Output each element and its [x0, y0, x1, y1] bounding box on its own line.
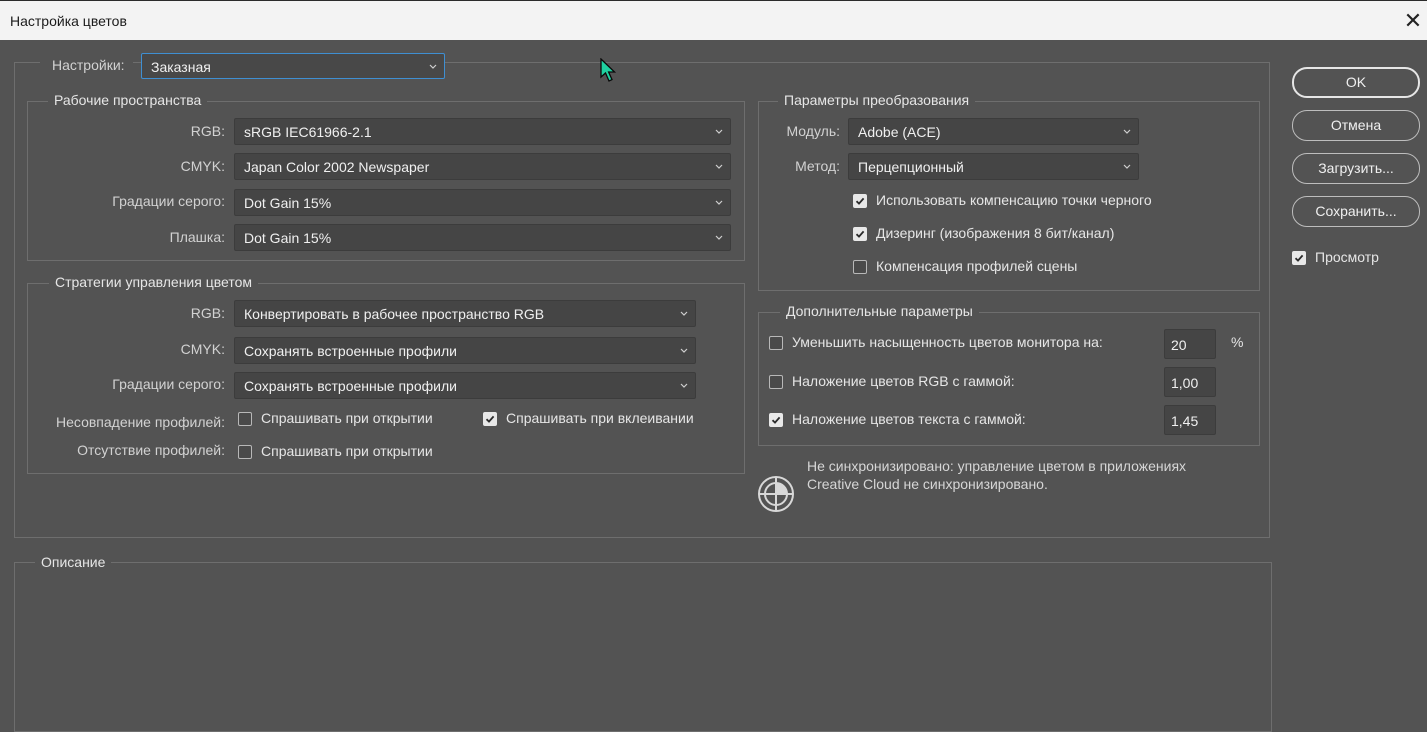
engine-label: Модуль:	[786, 123, 840, 139]
policies-title: Стратегии управления цветом	[49, 273, 258, 291]
description-title: Описание	[35, 553, 112, 571]
blend-rgb-input[interactable]: 1,00	[1164, 367, 1216, 397]
close-icon[interactable]: ✕	[1400, 9, 1426, 35]
chevron-down-icon	[680, 348, 688, 353]
conversion-title: Параметры преобразования	[778, 91, 976, 109]
sync-status-line1: Не синхронизировано: управление цветом в…	[807, 458, 1187, 474]
chevron-down-icon	[680, 311, 688, 316]
ws-spot-select[interactable]: Dot Gain 15%	[234, 224, 731, 251]
ws-cmyk-select[interactable]: Japan Color 2002 Newspaper	[234, 153, 731, 180]
pol-gray-label: Градации серого:	[112, 376, 225, 392]
desaturate-label: Уменьшить насыщенность цветов монитора н…	[792, 334, 1103, 350]
blend-text-input[interactable]: 1,45	[1164, 405, 1216, 435]
missing-open-label: Спрашивать при открытии	[261, 443, 433, 459]
mismatch-paste-label: Спрашивать при вклеивании	[506, 410, 694, 426]
preview-label: Просмотр	[1315, 249, 1379, 265]
chevron-down-icon	[680, 383, 688, 388]
chevron-down-icon	[1123, 129, 1131, 134]
advanced-title: Дополнительные параметры	[780, 302, 979, 320]
working-spaces-title: Рабочие пространства	[48, 91, 208, 109]
ok-button[interactable]: OK	[1292, 67, 1420, 98]
sync-status-line2: Creative Cloud не синхронизировано.	[807, 476, 1048, 492]
pol-cmyk-select[interactable]: Сохранять встроенные профили	[234, 337, 696, 364]
pol-rgb-label: RGB:	[190, 305, 225, 321]
ws-gray-select[interactable]: Dot Gain 15%	[234, 189, 731, 216]
ws-gray-label: Градации серого:	[112, 193, 225, 209]
chevron-down-icon	[715, 129, 723, 134]
ws-cmyk-label: CMYK:	[180, 158, 225, 174]
desaturate-unit: %	[1231, 334, 1244, 350]
description-group	[14, 562, 1272, 732]
engine-select[interactable]: Adobe (ACE)	[848, 118, 1139, 145]
preview-checkbox[interactable]	[1292, 251, 1306, 265]
desaturate-checkbox[interactable]	[769, 336, 783, 350]
color-sync-icon	[758, 476, 794, 512]
pol-gray-select[interactable]: Сохранять встроенные профили	[234, 372, 696, 399]
bpc-checkbox[interactable]	[853, 194, 867, 208]
checkmark-icon	[1294, 254, 1304, 262]
mismatch-paste-checkbox[interactable]	[483, 412, 497, 426]
chevron-down-icon	[715, 164, 723, 169]
settings-select[interactable]: Заказная	[141, 53, 445, 79]
blend-rgb-checkbox[interactable]	[769, 375, 783, 389]
scene-label: Компенсация профилей сцены	[876, 258, 1078, 274]
pol-cmyk-label: CMYK:	[180, 341, 225, 357]
intent-select[interactable]: Перцепционный	[848, 153, 1139, 180]
mismatch-label: Несовпадение профилей:	[56, 414, 225, 430]
blend-text-checkbox[interactable]	[769, 413, 783, 427]
load-button[interactable]: Загрузить...	[1292, 153, 1420, 184]
mismatch-open-label: Спрашивать при открытии	[261, 410, 433, 426]
blend-text-label: Наложение цветов текста с гаммой:	[792, 411, 1026, 427]
cancel-button[interactable]: Отмена	[1292, 110, 1420, 141]
mismatch-open-checkbox[interactable]	[238, 412, 252, 426]
chevron-down-icon	[1123, 164, 1131, 169]
mouse-cursor-icon	[600, 58, 617, 82]
checkmark-icon	[771, 416, 781, 424]
bpc-label: Использовать компенсацию точки черного	[876, 192, 1152, 208]
missing-open-checkbox[interactable]	[238, 445, 252, 459]
title-bar: Настройка цветов ✕	[0, 0, 1427, 40]
dither-label: Дизеринг (изображения 8 бит/канал)	[876, 225, 1115, 241]
save-button[interactable]: Сохранить...	[1292, 196, 1420, 227]
ws-rgb-select[interactable]: sRGB IEC61966-2.1	[234, 118, 731, 145]
chevron-down-icon	[715, 200, 723, 205]
ws-rgb-label: RGB:	[190, 123, 225, 139]
checkmark-icon	[855, 230, 865, 238]
dither-checkbox[interactable]	[853, 227, 867, 241]
intent-label: Метод:	[795, 158, 840, 174]
chevron-down-icon	[429, 64, 437, 69]
checkmark-icon	[855, 197, 865, 205]
pol-rgb-select[interactable]: Конвертировать в рабочее пространство RG…	[234, 300, 696, 327]
missing-label: Отсутствие профилей:	[77, 442, 225, 458]
window-title: Настройка цветов	[10, 13, 127, 29]
chevron-down-icon	[715, 235, 723, 240]
desaturate-input[interactable]: 20	[1164, 329, 1216, 359]
scene-checkbox[interactable]	[853, 260, 867, 274]
checkmark-icon	[485, 415, 495, 423]
settings-label: Настройки:	[40, 55, 133, 75]
blend-rgb-label: Наложение цветов RGB с гаммой:	[792, 373, 1015, 389]
ws-spot-label: Плашка:	[169, 229, 225, 245]
